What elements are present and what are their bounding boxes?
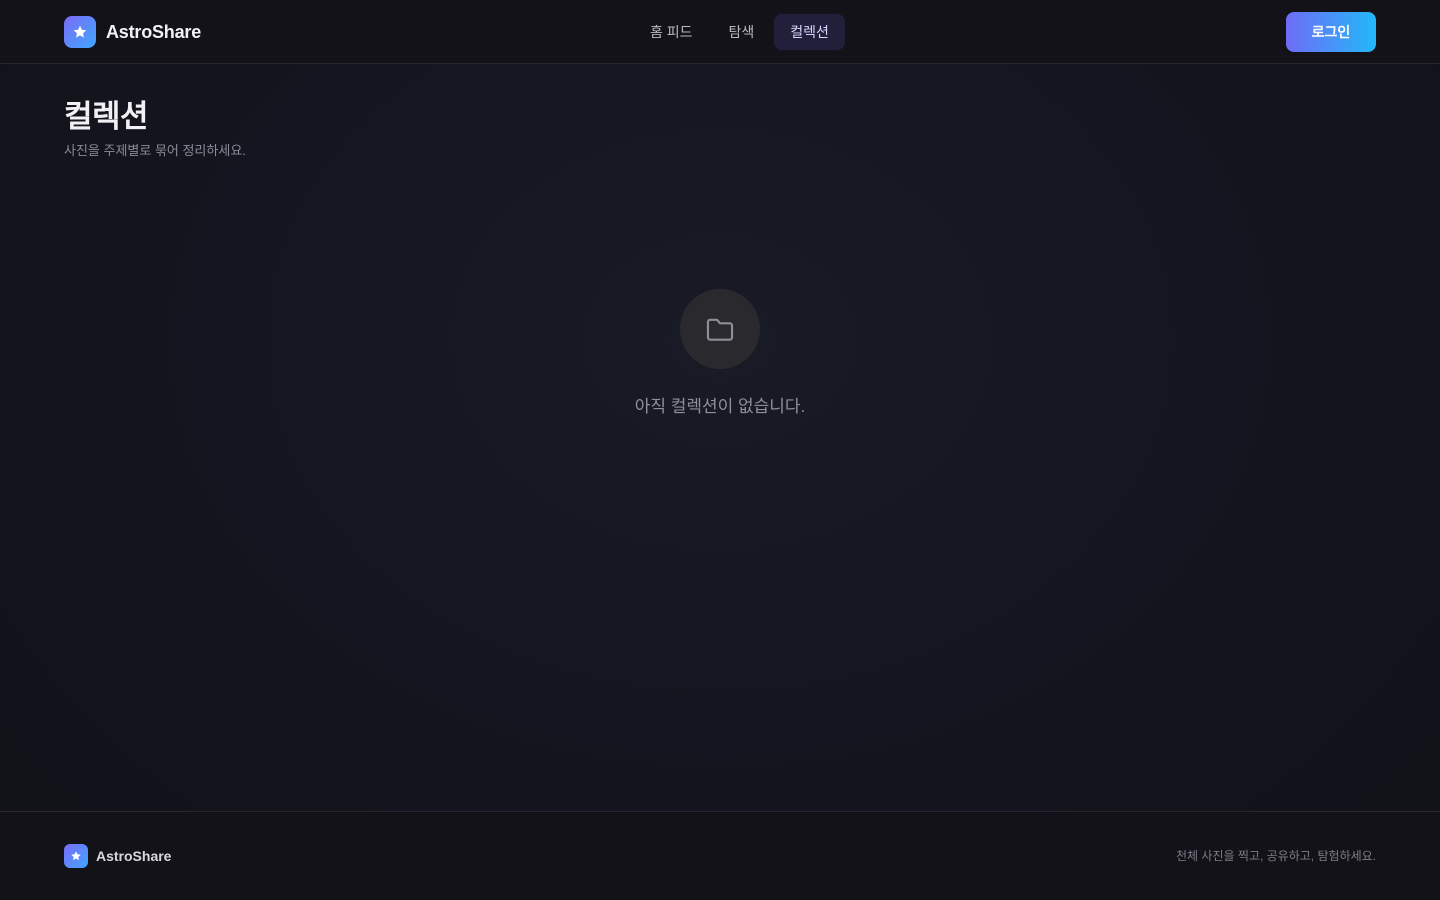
brand-logo-link[interactable]: AstroShare	[64, 16, 201, 48]
site-footer: AstroShare 천체 사진을 찍고, 공유하고, 탐험하세요.	[0, 811, 1440, 900]
top-header: AstroShare 홈 피드 탐색 컬렉션 로그인	[0, 0, 1440, 64]
page-subtitle: 사진을 주제별로 묶어 정리하세요.	[64, 143, 246, 158]
footer-brand-name: AstroShare	[96, 848, 172, 864]
footer-tagline: 천체 사진을 찍고, 공유하고, 탐험하세요.	[1176, 849, 1376, 863]
footer-brand: AstroShare	[64, 844, 171, 868]
login-button[interactable]: 로그인	[1286, 12, 1376, 52]
brand-name: AstroShare	[106, 21, 202, 42]
empty-state-message: 아직 컬렉션이 없습니다.	[634, 397, 806, 416]
nav-item-collections[interactable]: 컬렉션	[774, 14, 845, 50]
star-icon	[64, 16, 96, 48]
star-icon	[64, 844, 88, 868]
nav-item-explore[interactable]: 탐색	[713, 14, 771, 50]
main-nav: 홈 피드 탐색 컬렉션	[634, 14, 849, 50]
nav-item-home-feed[interactable]: 홈 피드	[634, 14, 709, 50]
page-title: 컬렉션	[64, 99, 149, 134]
folder-icon	[680, 289, 760, 369]
